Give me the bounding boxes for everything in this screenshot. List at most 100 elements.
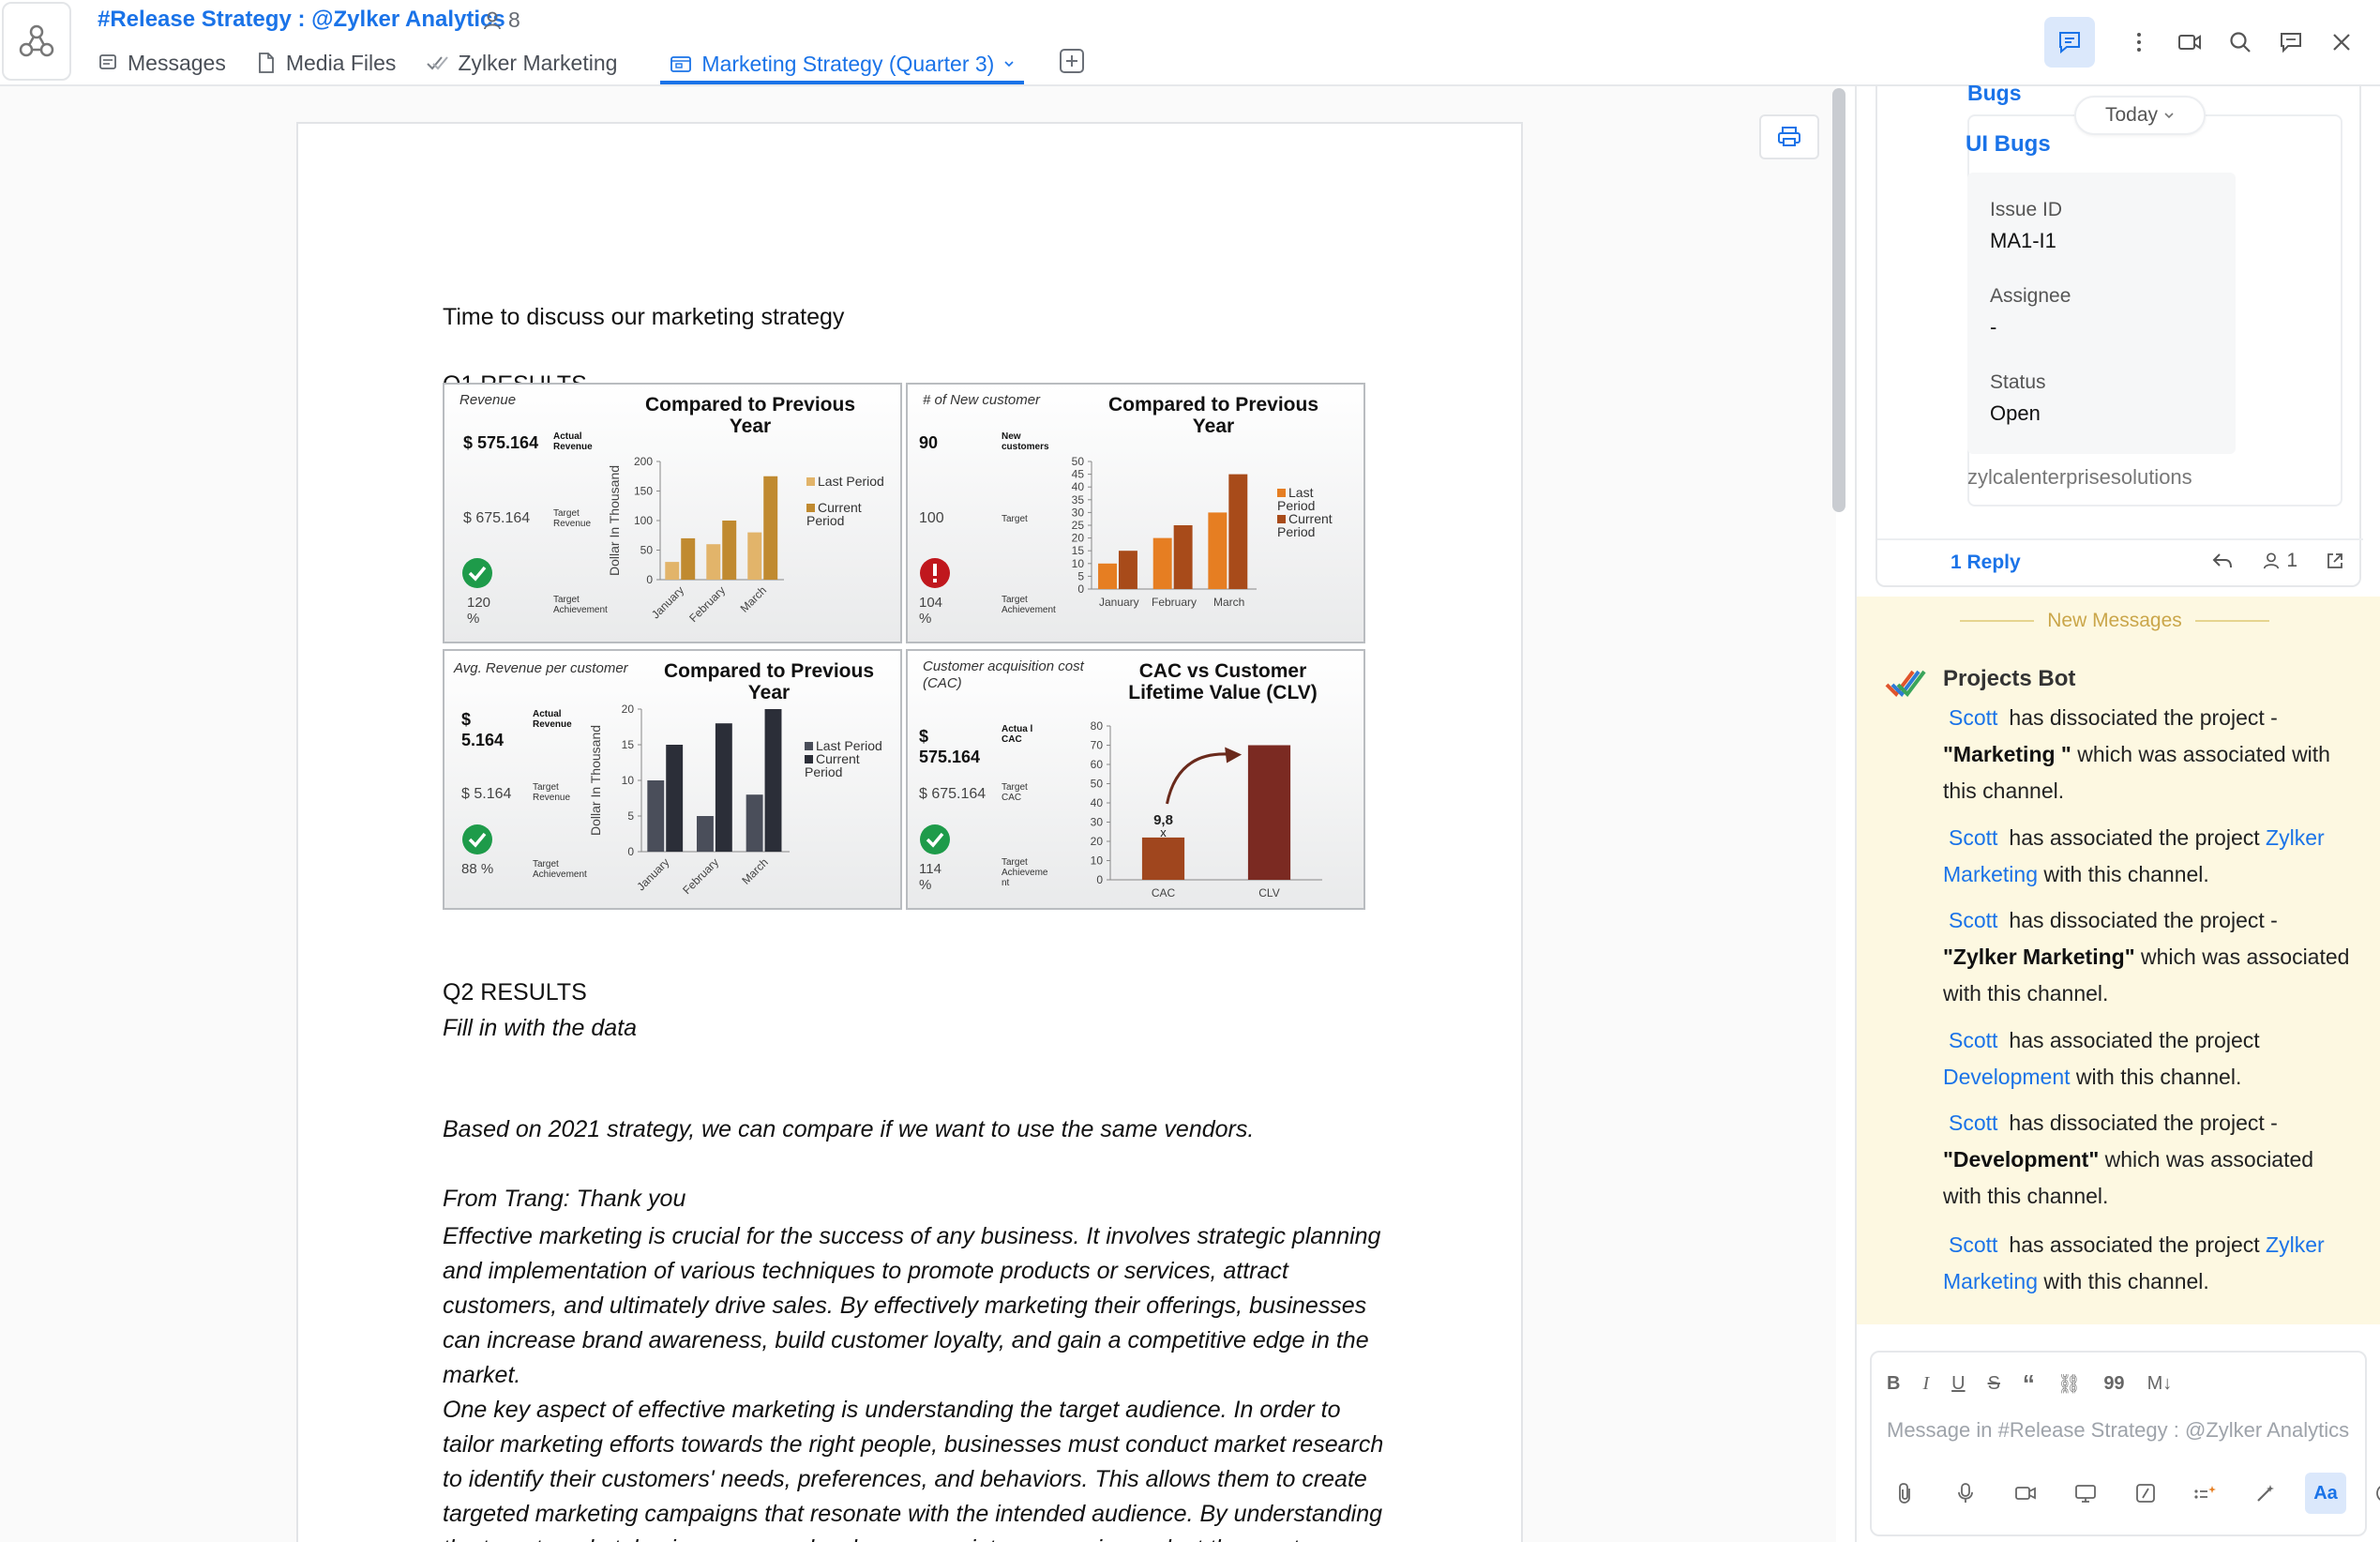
reply-count-link[interactable]: 1 Reply <box>1951 552 2021 574</box>
printer-icon <box>1778 127 1800 146</box>
participants[interactable]: 1 <box>2262 550 2297 572</box>
paperclip-icon <box>1899 1483 1910 1504</box>
bot-message: Scott has associated the project Zylker M… <box>1943 1227 2356 1300</box>
y-tick-label: 0 <box>1077 582 1084 596</box>
kpi-panel-avg-revenue: Avg. Revenue per customer $ 5.164 Actual… <box>443 649 902 910</box>
channel-header: #Release Strategy : @Zylker Analytics 8 … <box>0 0 2380 86</box>
bold-button[interactable]: B <box>1887 1373 1900 1395</box>
text-format-toggle[interactable]: Aa <box>2305 1473 2346 1514</box>
bar-mark <box>706 544 721 580</box>
bar-mark <box>763 476 778 580</box>
video-call-button[interactable] <box>2164 17 2215 68</box>
document-scrollbar[interactable] <box>1832 88 1845 512</box>
chart-legend: Last Period Current Period <box>806 475 891 527</box>
slash-command-button[interactable] <box>2125 1473 2166 1514</box>
external-link-icon[interactable] <box>2326 552 2344 570</box>
tab-zylker-marketing-label: Zylker Marketing <box>458 50 618 75</box>
tab-media-files[interactable]: Media Files <box>256 41 396 79</box>
chat-thread-icon <box>2059 32 2080 54</box>
issue-org: zylcalenterprisesolutions <box>1967 465 2192 489</box>
message-user[interactable]: Scott <box>1949 908 1997 932</box>
double-check-icon <box>427 56 449 70</box>
x-tick-label: CLV <box>1258 886 1279 900</box>
y-tick-label: 20 <box>1091 835 1104 848</box>
doc-q2-heading: Q2 RESULTS <box>443 979 587 1005</box>
assignee-label: Assignee <box>1990 285 2071 307</box>
more-options-button[interactable] <box>2114 17 2164 68</box>
bar-mark <box>746 794 763 852</box>
video-message-button[interactable] <box>2005 1473 2046 1514</box>
message-user[interactable]: Scott <box>1949 1111 1997 1135</box>
y-tick-label: 80 <box>1091 719 1104 733</box>
person-icon <box>484 11 501 29</box>
date-pill-label: Today <box>2104 104 2159 126</box>
attach-button[interactable] <box>1885 1473 1926 1514</box>
x-tick-label: January <box>649 583 686 621</box>
message-user[interactable]: Scott <box>1949 1232 1997 1257</box>
tab-messages[interactable]: Messages <box>98 41 226 79</box>
link-button[interactable]: ⛓ <box>2057 1372 2081 1396</box>
screen-icon <box>2075 1485 2096 1503</box>
document-page: Time to discuss our marketing strategy Q… <box>296 122 1523 1542</box>
tab-marketing-strategy-label: Marketing Strategy (Quarter 3) <box>701 51 995 76</box>
add-tab-button[interactable] <box>1060 49 1085 73</box>
reply-icon[interactable] <box>2211 552 2234 570</box>
close-button[interactable] <box>2316 17 2367 68</box>
new-messages-area: New Messages Projects Bot Scott has disso… <box>1857 597 2380 1324</box>
y-tick-label: 50 <box>1072 455 1085 468</box>
strikethrough-button[interactable]: S <box>1988 1373 2000 1395</box>
x-tick-label: March <box>739 855 770 886</box>
bar-mark <box>681 537 696 580</box>
italic-button[interactable]: I <box>1922 1373 1929 1395</box>
app-logo[interactable] <box>2 2 71 81</box>
y-tick-label: 20 <box>1072 532 1085 545</box>
blockquote-button[interactable]: “ <box>2023 1369 2035 1398</box>
issue-title[interactable]: UI Bugs <box>1966 131 2051 158</box>
bot-message: Scott has dissociated the project - "Mark… <box>1943 700 2356 809</box>
markdown-button[interactable]: M↓ <box>2147 1373 2173 1395</box>
annotation-marker: x <box>1160 825 1167 839</box>
project-name: "Zylker Marketing" <box>1943 945 2135 969</box>
y-axis-label: Dollar In Thousand <box>588 725 603 836</box>
search-button[interactable] <box>2215 17 2266 68</box>
channel-title[interactable]: #Release Strategy : @Zylker Analytics <box>98 7 505 33</box>
voice-button[interactable] <box>1945 1473 1986 1514</box>
bar-mark <box>715 723 732 852</box>
message-user[interactable]: Scott <box>1949 825 1997 850</box>
x-tick-label: February <box>686 583 728 625</box>
print-button[interactable] <box>1759 114 1819 159</box>
issue-fields: Issue ID MA1-I1 Assignee - Status Open <box>1967 173 2236 454</box>
tab-marketing-strategy[interactable]: Marketing Strategy (Quarter 3) <box>660 41 1025 84</box>
x-tick-label: February <box>1152 596 1197 609</box>
project-name: "Development" <box>1943 1147 2100 1172</box>
tab-zylker-marketing[interactable]: Zylker Marketing <box>426 41 617 79</box>
date-pill[interactable]: Today <box>2074 96 2206 135</box>
chart-legend: Last Period Current Period <box>1277 486 1352 538</box>
chevron-down-icon[interactable] <box>1003 58 1015 69</box>
issue-id-label: Issue ID <box>1990 199 2063 220</box>
bot-name[interactable]: Projects Bot <box>1943 666 2075 692</box>
screen-share-button[interactable] <box>2065 1473 2106 1514</box>
thread-view-button[interactable] <box>2044 17 2095 68</box>
message-text: has associated the project <box>2009 1232 2260 1257</box>
magic-wand-icon <box>2257 1485 2274 1502</box>
comments-button[interactable] <box>2266 17 2316 68</box>
emoji-button[interactable] <box>2365 1473 2380 1514</box>
q1-results-image: Revenue $ 575.164 Actual Revenue $ 675.1… <box>443 383 1365 912</box>
underline-button[interactable]: U <box>1951 1373 1965 1395</box>
issue-id-value: MA1-I1 <box>1990 229 2056 252</box>
message-input[interactable] <box>1887 1418 2352 1443</box>
member-count[interactable]: 8 <box>482 8 520 33</box>
message-user[interactable]: Scott <box>1949 1028 1997 1052</box>
y-tick-label: 15 <box>1072 544 1085 557</box>
projects-bot-icon <box>1885 670 1926 698</box>
magic-wand-button[interactable] <box>2245 1473 2286 1514</box>
bar-mark <box>1228 474 1248 589</box>
quote-button[interactable]: 99 <box>2103 1373 2124 1395</box>
legend-series-0: Last Period <box>818 474 884 489</box>
bugs-label[interactable]: Bugs <box>1967 81 2022 106</box>
project-link[interactable]: Development <box>1943 1065 2071 1089</box>
message-user[interactable]: Scott <box>1949 705 1997 730</box>
bar-mark <box>722 521 737 580</box>
smart-list-button[interactable] <box>2185 1473 2226 1514</box>
